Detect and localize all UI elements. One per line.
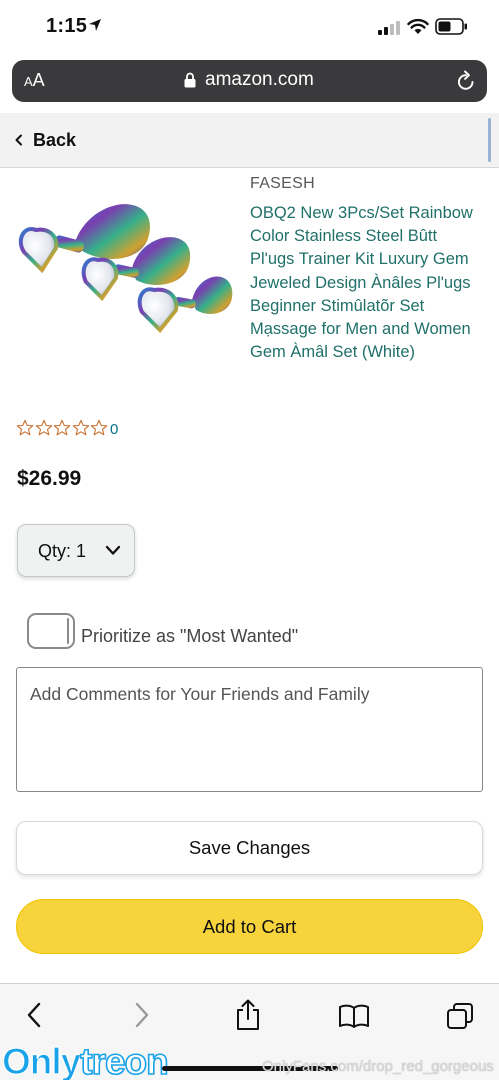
star-icon <box>53 419 71 436</box>
battery-icon <box>435 18 467 35</box>
product-title[interactable]: OBQ2 New 3Pcs/Set Rainbow Color Stainles… <box>250 202 485 364</box>
quantity-label: Qty: 1 <box>38 541 86 562</box>
text-size-button[interactable]: AA <box>24 70 45 91</box>
most-wanted-label: Prioritize as "Most Wanted" <box>81 626 299 646</box>
lock-icon <box>184 72 196 88</box>
forward-icon[interactable] <box>134 1002 150 1028</box>
back-icon[interactable] <box>26 1002 42 1028</box>
rating-count[interactable]: 0 <box>110 421 118 438</box>
address-bar[interactable]: AA amazon.com <box>12 60 487 102</box>
chevron-down-icon <box>105 545 121 555</box>
comments-field[interactable] <box>16 667 483 792</box>
product-price: $26.99 <box>17 467 82 490</box>
quantity-value: 1 <box>76 541 87 561</box>
back-button[interactable]: Back <box>33 130 76 151</box>
star-icon <box>35 419 52 436</box>
star-icon <box>72 419 89 436</box>
watermark-text: OnlyFans.com/drop_red_gorgeous <box>262 1058 494 1075</box>
watermark-logo: Onlytreon <box>1 1040 169 1080</box>
star-icon <box>16 419 34 436</box>
most-wanted-toggle[interactable] <box>27 613 75 649</box>
large-plug <box>18 204 150 274</box>
chevron-left-icon[interactable] <box>14 134 24 146</box>
rating-stars[interactable] <box>16 419 109 437</box>
bookmarks-icon[interactable] <box>338 1004 370 1028</box>
quantity-dropdown[interactable]: Qty: 1 <box>17 524 135 577</box>
status-bar: 1:15 <box>0 0 499 56</box>
watermark-logo-treon: treon <box>79 1040 169 1080</box>
cellular-signal-icon <box>378 21 400 35</box>
text-size-large-a: A <box>32 70 45 90</box>
product-brand[interactable]: FASESH <box>250 175 315 193</box>
toggle-knob <box>67 618 69 644</box>
back-bar: Back <box>0 113 499 168</box>
location-arrow-icon <box>89 19 101 31</box>
star-icon <box>90 419 108 436</box>
watermark-logo-only: Only <box>1 1040 81 1080</box>
status-time: 1:15 <box>46 15 88 37</box>
tabs-icon[interactable] <box>446 1002 474 1030</box>
url-domain[interactable]: amazon.com <box>205 69 314 91</box>
reload-icon[interactable] <box>456 70 476 92</box>
product-image[interactable] <box>14 190 239 360</box>
text-size-small-a: A <box>24 74 33 89</box>
wifi-icon <box>407 18 429 34</box>
save-changes-button[interactable]: Save Changes <box>16 821 483 875</box>
add-to-cart-button[interactable]: Add to Cart <box>16 899 483 954</box>
share-icon[interactable] <box>235 999 261 1031</box>
quantity-label-text: Qty: <box>38 541 72 561</box>
scrollbar[interactable] <box>488 118 491 162</box>
